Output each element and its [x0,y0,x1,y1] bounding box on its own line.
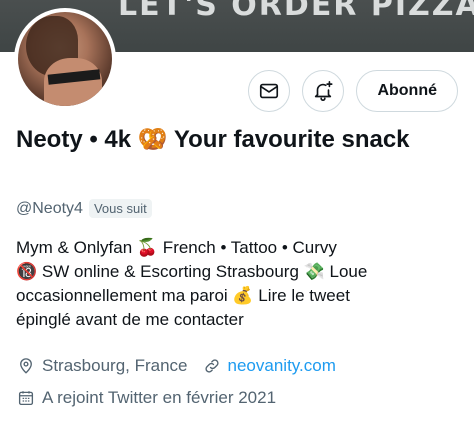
bio-line: occasionnellement ma paroi 💰 Lire le twe… [16,286,350,305]
location-pin-icon [16,356,36,376]
bio-line: 🔞 SW online & Escorting Strasbourg 💸 Lou… [16,262,368,281]
profile-joined-date: A rejoint Twitter en février 2021 [42,388,277,407]
profile-actions: Abonné [248,70,458,112]
profile-location: Strasbourg, France [42,356,188,375]
handle-row: @Neoty4 Vous suit [16,199,152,218]
banner-text: LET'S ORDER PIZZA. [118,0,474,23]
avatar[interactable] [14,8,116,110]
profile-bio: Mym & Onlyfan 🍒 French • Tattoo • Curvy … [16,236,462,332]
profile-joined-row: A rejoint Twitter en février 2021 [16,388,276,408]
message-button[interactable] [248,70,291,112]
bio-line: épinglé avant de me contacter [16,310,244,329]
follows-you-badge: Vous suit [88,199,152,218]
notify-button[interactable] [302,70,345,112]
following-button[interactable]: Abonné [356,70,458,112]
bell-plus-icon [315,81,333,101]
mail-icon [260,83,279,99]
bio-line: Mym & Onlyfan 🍒 French • Tattoo • Curvy [16,238,337,257]
profile-handle: @Neoty4 [16,199,83,217]
calendar-icon [16,388,36,408]
avatar-photo [18,12,112,106]
profile-website-link[interactable]: neovanity.com [228,356,336,376]
profile-name: Neoty • 4k 🥨 Your favourite snack [16,126,410,153]
link-icon [202,356,222,376]
profile-meta-row: Strasbourg, France neovanity.com [16,356,336,376]
